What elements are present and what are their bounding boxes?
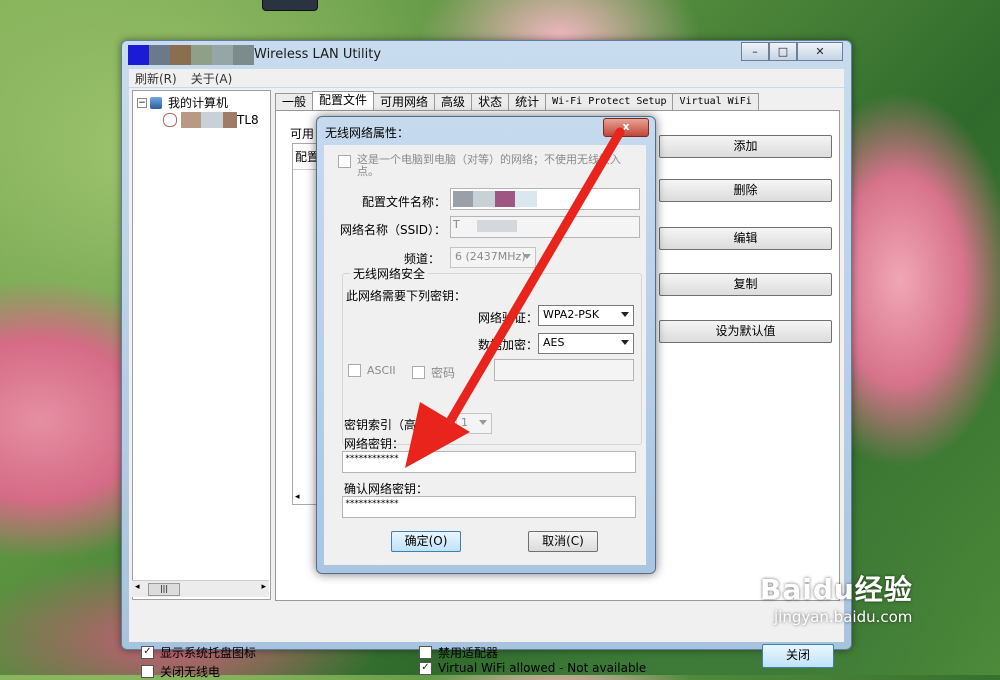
watermark-url: jingyan.baidu.com xyxy=(774,608,913,626)
baidu-logo: Baidu经验 xyxy=(760,573,913,606)
baidu-watermark: Baidu经验 jingyan.baidu.com xyxy=(760,568,913,626)
